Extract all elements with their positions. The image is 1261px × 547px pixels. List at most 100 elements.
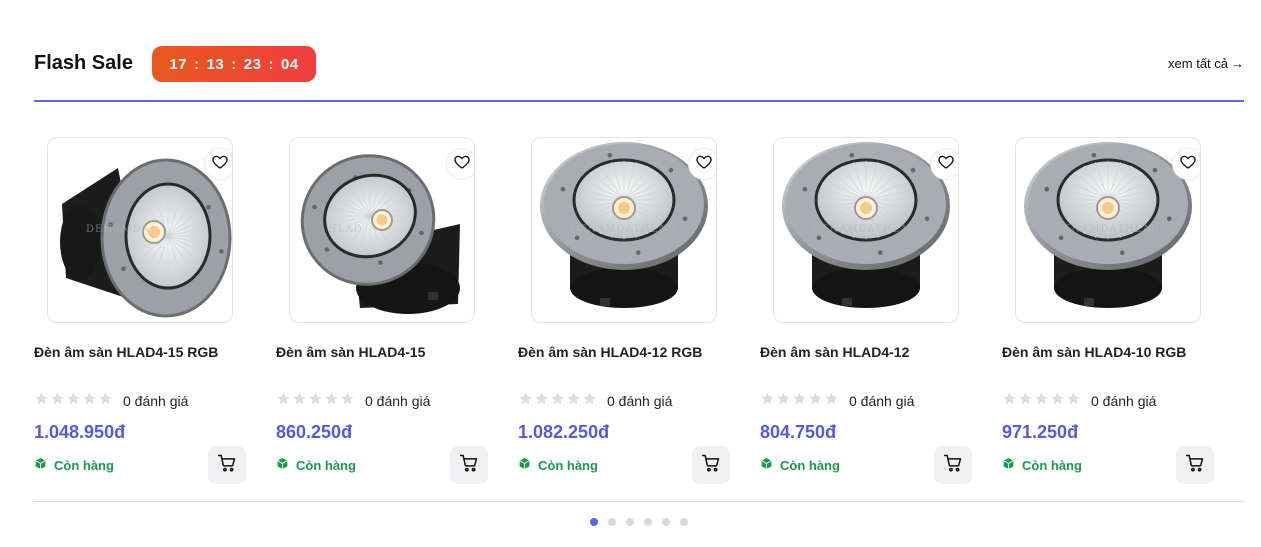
favorite-button[interactable] — [1172, 148, 1200, 180]
rating-count: 0 đánh giá — [1091, 393, 1157, 409]
product-name[interactable]: Đèn âm sàn HLAD4-12 — [760, 344, 909, 360]
image-watermark: HLAD — [328, 224, 363, 235]
add-to-cart-button[interactable] — [450, 446, 488, 484]
stock-label: Còn hàng — [54, 457, 114, 473]
product-name[interactable]: Đèn âm sàn HLAD4-15 RGB — [34, 344, 218, 360]
pagination-dot[interactable] — [608, 518, 616, 526]
star-rating — [276, 391, 355, 411]
product-rating: 0 đánh giá — [34, 391, 188, 411]
star-icon — [1066, 391, 1081, 411]
product-card[interactable]: DENAMDA Đèn âm sàn HLAD4-15 RGB 0 đánh g… — [34, 137, 246, 487]
star-icon — [582, 391, 597, 411]
favorite-button[interactable] — [930, 148, 958, 180]
image-watermark: DENAMDATHLAD — [1054, 224, 1160, 235]
product-image[interactable]: DENAMDATHLAD — [1015, 137, 1201, 323]
product-price: 971.250đ — [1002, 422, 1079, 442]
box-icon — [760, 457, 780, 473]
image-watermark: DENAMDATHLAD — [812, 224, 918, 235]
heart-icon — [211, 153, 229, 176]
star-icon — [518, 391, 533, 411]
add-to-cart-button[interactable] — [934, 446, 972, 484]
heart-icon — [1179, 153, 1197, 176]
product-card[interactable]: DENAMDATHLAD Đèn âm sàn HLAD4-10 RGB 0 đ… — [1002, 137, 1214, 487]
product-name[interactable]: Đèn âm sàn HLAD4-12 RGB — [518, 344, 702, 360]
stock-status: Còn hàng — [1002, 457, 1082, 473]
cart-icon — [459, 453, 479, 478]
rating-count: 0 đánh giá — [365, 393, 431, 409]
product-rating: 0 đánh giá — [760, 391, 914, 411]
header-divider — [34, 100, 1244, 102]
star-icon — [776, 391, 791, 411]
star-icon — [82, 391, 97, 411]
star-icon — [550, 391, 565, 411]
stock-label: Còn hàng — [538, 457, 598, 473]
add-to-cart-button[interactable] — [208, 446, 246, 484]
pagination-dot[interactable] — [590, 518, 598, 526]
star-icon — [808, 391, 823, 411]
product-image[interactable]: DENAMDATHLAD — [773, 137, 959, 323]
product-rating: 0 đánh giá — [1002, 391, 1156, 411]
product-card[interactable]: HLAD Đèn âm sàn HLAD4-15 0 đánh giá 860.… — [276, 137, 488, 487]
stock-status: Còn hàng — [34, 457, 114, 473]
star-icon — [98, 391, 113, 411]
star-rating — [760, 391, 839, 411]
product-card[interactable]: DENAMDATHLAD Đèn âm sàn HLAD4-12 0 đánh … — [760, 137, 972, 487]
add-to-cart-button[interactable] — [1176, 446, 1214, 484]
image-watermark: DENAMDATHLAD — [570, 224, 676, 235]
star-icon — [792, 391, 807, 411]
product-image[interactable]: DENAMDATHLAD — [531, 137, 717, 323]
favorite-button[interactable] — [688, 148, 716, 180]
stock-label: Còn hàng — [1022, 457, 1082, 473]
star-icon — [340, 391, 355, 411]
heart-icon — [937, 153, 955, 176]
product-name[interactable]: Đèn âm sàn HLAD4-15 — [276, 344, 425, 360]
stock-status: Còn hàng — [518, 457, 598, 473]
carousel-pagination — [590, 518, 688, 526]
stock-label: Còn hàng — [296, 457, 356, 473]
star-icon — [1002, 391, 1017, 411]
product-image[interactable]: DENAMDA — [47, 137, 233, 323]
star-icon — [50, 391, 65, 411]
star-icon — [824, 391, 839, 411]
cart-icon — [217, 453, 237, 478]
pagination-dot[interactable] — [680, 518, 688, 526]
box-icon — [276, 457, 296, 473]
box-icon — [34, 457, 54, 473]
countdown-ms: 04 — [280, 55, 299, 73]
see-all-link[interactable]: xem tất cả → — [1168, 56, 1244, 71]
stock-status: Còn hàng — [760, 457, 840, 473]
image-watermark: DENAMDA — [86, 224, 150, 235]
rating-count: 0 đánh giá — [123, 393, 189, 409]
star-icon — [292, 391, 307, 411]
product-price: 1.048.950đ — [34, 422, 126, 442]
star-icon — [66, 391, 81, 411]
countdown-separator: : — [194, 55, 200, 73]
box-icon — [518, 457, 538, 473]
countdown-timer: 17 : 13 : 23 : 04 — [152, 46, 316, 82]
see-all-label: xem tất cả — [1168, 56, 1228, 71]
product-card[interactable]: DENAMDATHLAD Đèn âm sàn HLAD4-12 RGB 0 đ… — [518, 137, 730, 487]
add-to-cart-button[interactable] — [692, 446, 730, 484]
star-icon — [534, 391, 549, 411]
star-rating — [1002, 391, 1081, 411]
product-carousel: DENAMDA Đèn âm sàn HLAD4-15 RGB 0 đánh g… — [34, 137, 1244, 487]
countdown-separator: : — [231, 55, 237, 73]
product-name[interactable]: Đèn âm sàn HLAD4-10 RGB — [1002, 344, 1186, 360]
product-rating: 0 đánh giá — [276, 391, 430, 411]
favorite-button[interactable] — [204, 148, 232, 180]
rating-count: 0 đánh giá — [849, 393, 915, 409]
heart-icon — [695, 153, 713, 176]
star-rating — [518, 391, 597, 411]
pagination-dot[interactable] — [626, 518, 634, 526]
star-rating — [34, 391, 113, 411]
star-icon — [1018, 391, 1033, 411]
favorite-button[interactable] — [446, 148, 474, 180]
product-price: 860.250đ — [276, 422, 353, 442]
footer-divider — [34, 501, 1244, 502]
pagination-dot[interactable] — [662, 518, 670, 526]
product-image[interactable]: HLAD — [289, 137, 475, 323]
section-title: Flash Sale — [34, 52, 133, 74]
cart-icon — [1185, 453, 1205, 478]
countdown-hours: 17 — [169, 55, 188, 73]
pagination-dot[interactable] — [644, 518, 652, 526]
